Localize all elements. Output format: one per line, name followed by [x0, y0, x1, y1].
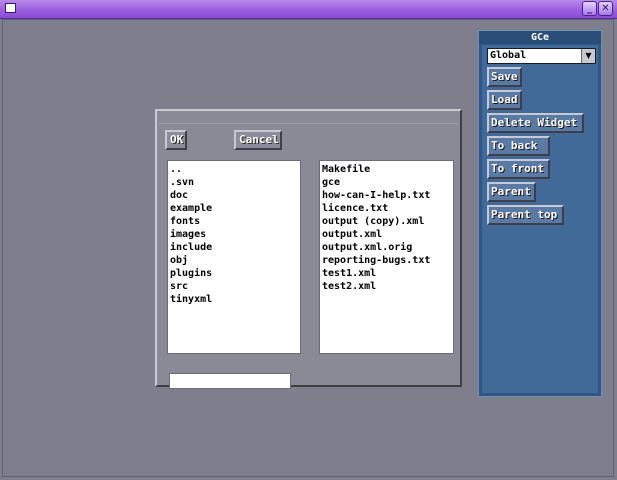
- chevron-down-icon[interactable]: ▼: [581, 49, 595, 63]
- file-list[interactable]: Makefile gce how-can-I-help.txt licence.…: [319, 160, 454, 354]
- list-item[interactable]: test2.xml: [321, 280, 453, 293]
- parent-button[interactable]: Parent: [487, 182, 536, 202]
- window-title-bar[interactable]: _ ✕: [0, 0, 617, 19]
- to-back-button[interactable]: To back: [487, 136, 550, 156]
- list-item[interactable]: fonts: [169, 215, 300, 228]
- file-dialog: OK Cancel .. .svn doc example fonts imag…: [155, 109, 462, 389]
- delete-widget-button[interactable]: Delete Widget: [487, 113, 584, 133]
- list-item[interactable]: include: [169, 241, 300, 254]
- panel-body: Global ▼ Save Load Delete Widget To back…: [482, 45, 598, 393]
- minimize-button[interactable]: _: [582, 1, 597, 16]
- panel-title[interactable]: GCe: [479, 31, 601, 44]
- scope-dropdown-value: Global: [490, 50, 527, 61]
- list-item[interactable]: test1.xml: [321, 267, 453, 280]
- cancel-button[interactable]: Cancel: [234, 130, 282, 150]
- file-dialog-body: OK Cancel .. .svn doc example fonts imag…: [159, 123, 458, 389]
- list-item[interactable]: output.xml.orig: [321, 241, 453, 254]
- list-item[interactable]: example: [169, 202, 300, 215]
- load-button[interactable]: Load: [487, 90, 522, 110]
- scope-dropdown[interactable]: Global ▼: [487, 48, 596, 64]
- parent-top-button[interactable]: Parent top: [487, 205, 564, 225]
- list-item[interactable]: licence.txt: [321, 202, 453, 215]
- save-button[interactable]: Save: [487, 67, 522, 87]
- list-item[interactable]: src: [169, 280, 300, 293]
- close-button[interactable]: ✕: [598, 1, 613, 16]
- ok-button[interactable]: OK: [165, 130, 187, 150]
- to-front-button[interactable]: To front: [487, 159, 550, 179]
- list-item[interactable]: doc: [169, 189, 300, 202]
- list-item[interactable]: tinyxml: [169, 293, 300, 306]
- filename-input[interactable]: [169, 373, 291, 389]
- app-icon: [5, 3, 16, 13]
- list-item[interactable]: reporting-bugs.txt: [321, 254, 453, 267]
- gce-panel: GCe Global ▼ Save Load Delete Widget To …: [478, 30, 602, 397]
- directory-list[interactable]: .. .svn doc example fonts images include…: [167, 160, 301, 354]
- list-item[interactable]: how-can-I-help.txt: [321, 189, 453, 202]
- list-item[interactable]: obj: [169, 254, 300, 267]
- list-item[interactable]: output.xml: [321, 228, 453, 241]
- list-item[interactable]: Makefile: [321, 163, 453, 176]
- list-item[interactable]: output (copy).xml: [321, 215, 453, 228]
- list-item[interactable]: gce: [321, 176, 453, 189]
- list-item[interactable]: .svn: [169, 176, 300, 189]
- list-item[interactable]: ..: [169, 163, 300, 176]
- list-item[interactable]: plugins: [169, 267, 300, 280]
- list-item[interactable]: images: [169, 228, 300, 241]
